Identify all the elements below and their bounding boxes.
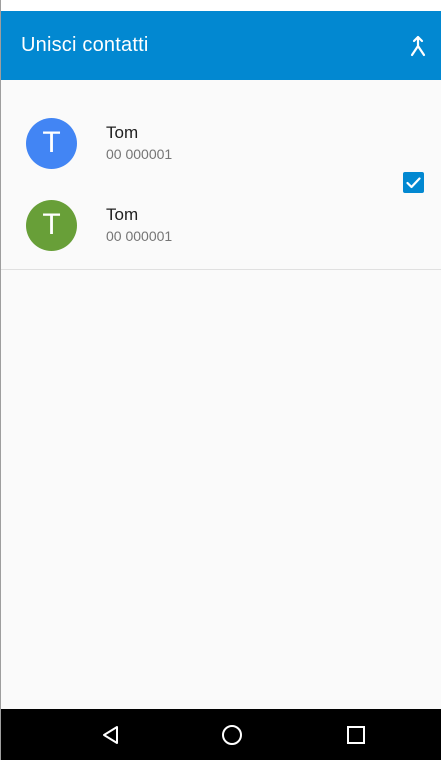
avatar-initial: T — [42, 208, 61, 241]
home-button[interactable] — [202, 709, 262, 760]
contact-list: T Tom 00 000001 T Tom 00 000001 — [1, 80, 441, 270]
contact-name: Tom — [106, 123, 139, 142]
recents-icon — [347, 725, 365, 744]
contact-name: Tom — [106, 205, 139, 224]
contact-row[interactable]: T Tom 00 000001 — [1, 102, 441, 184]
app-bar: Unisci contatti — [1, 11, 441, 80]
avatar-initial: T — [42, 126, 61, 159]
back-button[interactable] — [81, 709, 141, 760]
screen: Unisci contatti T Tom 00 000001 T Tom 00… — [0, 0, 441, 760]
back-icon — [103, 725, 118, 744]
contact-row[interactable]: T Tom 00 000001 — [1, 184, 441, 266]
checkbox-checked-icon — [406, 176, 421, 188]
system-nav-bar — [1, 709, 441, 760]
avatar: T — [26, 117, 77, 169]
status-bar — [1, 0, 441, 11]
avatar: T — [26, 199, 77, 251]
contact-text: Tom 00 000001 — [106, 123, 172, 163]
select-checkbox[interactable] — [403, 172, 424, 193]
home-icon — [222, 724, 242, 745]
page-title: Unisci contatti — [21, 34, 149, 56]
contact-phone: 00 000001 — [106, 228, 173, 244]
empty-area — [1, 271, 441, 709]
contact-phone: 00 000001 — [106, 146, 173, 162]
merge-button[interactable] — [402, 26, 434, 66]
contact-text: Tom 00 000001 — [106, 205, 172, 245]
merge-icon — [410, 35, 426, 56]
recents-button[interactable] — [326, 709, 386, 760]
